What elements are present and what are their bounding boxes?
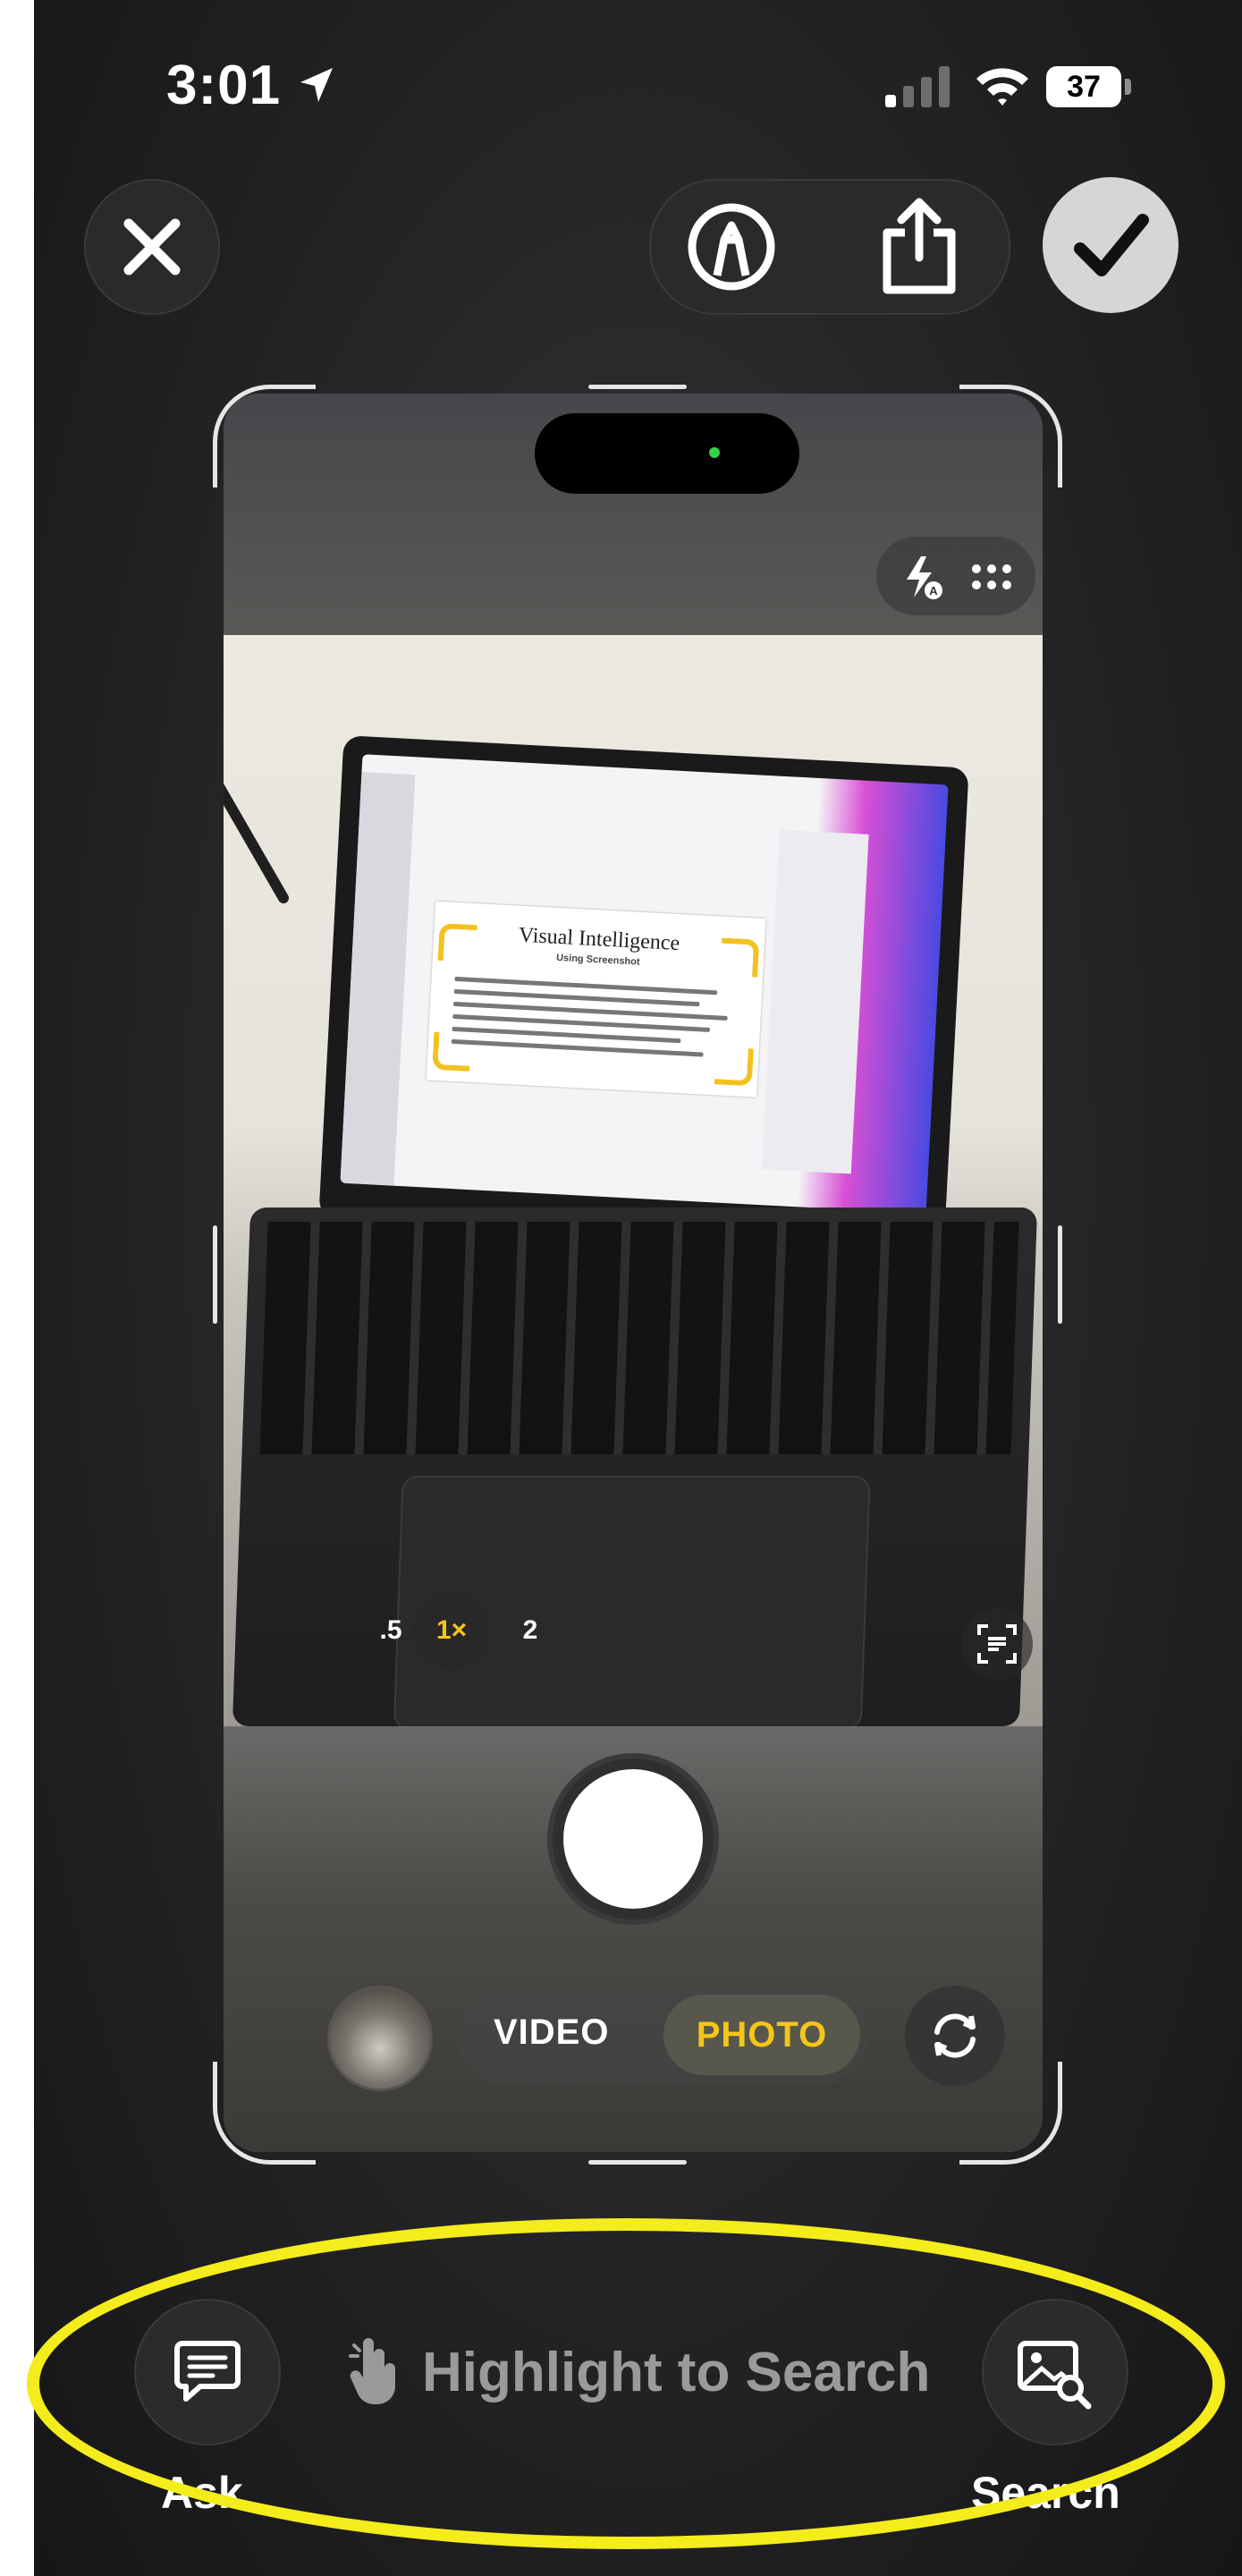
search-button[interactable] xyxy=(982,2299,1128,2445)
toolbar-pill xyxy=(649,179,1010,315)
highlight-hint-text: Highlight to Search xyxy=(422,2341,931,2403)
battery-cap xyxy=(1125,79,1131,95)
ask-label: Ask xyxy=(161,2468,243,2518)
crop-handle-bottom[interactable] xyxy=(588,2160,687,2165)
done-button[interactable] xyxy=(1043,177,1179,313)
markup-pen-icon xyxy=(688,203,775,291)
highlight-to-search-hint: Highlight to Search xyxy=(347,2327,930,2417)
checkmark-icon xyxy=(1074,214,1149,276)
crop-handle-bottom-right[interactable] xyxy=(959,2062,1062,2165)
crop-handle-bottom-left[interactable] xyxy=(213,2062,316,2165)
wifi-icon xyxy=(976,68,1028,106)
location-arrow-icon xyxy=(300,68,333,102)
crop-handle-top-right[interactable] xyxy=(959,385,1062,487)
search-label: Search xyxy=(971,2468,1120,2518)
crop-frame[interactable] xyxy=(213,385,1062,2165)
phone-screen: 3:01 37 A Visual Intelligence Using Scre… xyxy=(34,0,1242,2576)
share-icon xyxy=(883,198,956,294)
crop-handle-top[interactable] xyxy=(588,385,687,389)
crop-handle-right[interactable] xyxy=(1058,1225,1062,1324)
ask-button[interactable] xyxy=(134,2299,281,2445)
status-bar: 3:01 37 xyxy=(34,0,1242,179)
visual-intelligence-bar: Ask Highlight to Search Search xyxy=(34,2272,1242,2576)
battery-level: 37 xyxy=(1046,66,1121,107)
markup-button[interactable] xyxy=(678,193,785,301)
crop-handle-top-left[interactable] xyxy=(213,385,316,487)
close-button[interactable] xyxy=(84,179,220,315)
battery-indicator: 37 xyxy=(1046,66,1132,107)
cellular-signal-icon xyxy=(885,66,950,107)
close-icon xyxy=(123,218,181,275)
hand-pointer-icon xyxy=(349,2338,395,2404)
image-search-icon xyxy=(1018,2341,1092,2410)
crop-handle-left[interactable] xyxy=(213,1225,217,1324)
status-time: 3:01 xyxy=(166,55,282,116)
chat-bubble-icon xyxy=(174,2341,241,2402)
share-button[interactable] xyxy=(866,190,973,302)
